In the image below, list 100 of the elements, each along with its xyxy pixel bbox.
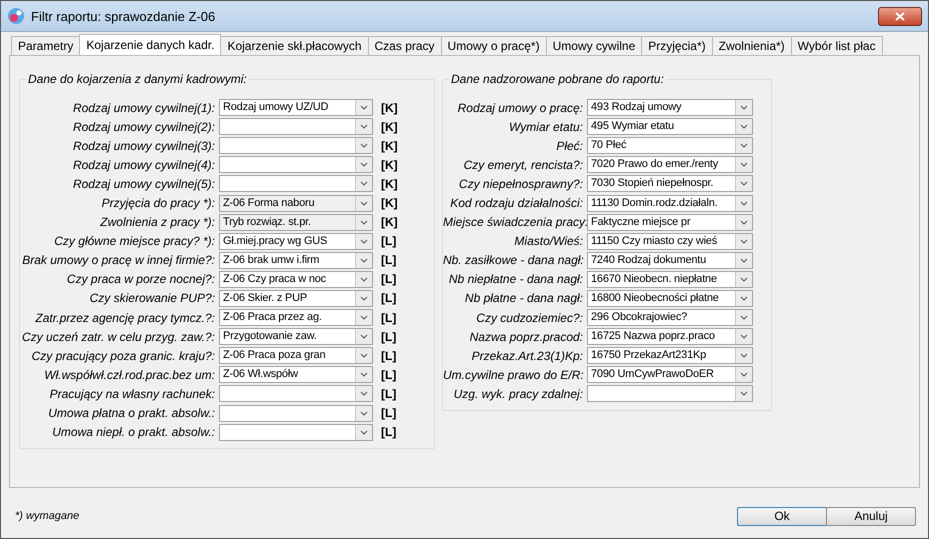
caret-icon [360, 220, 368, 225]
caret-icon [740, 105, 748, 110]
dropdown-button[interactable] [735, 367, 752, 382]
field-tag: [L] [381, 348, 396, 363]
dropdown-button[interactable] [355, 367, 372, 382]
dropdown-field[interactable]: 495 Wymiar etatu [587, 118, 753, 136]
dropdown-button[interactable] [355, 386, 372, 402]
caret-icon [360, 258, 368, 263]
dropdown-button[interactable] [355, 329, 372, 344]
dropdown-button[interactable] [735, 272, 752, 287]
dropdown-button[interactable] [355, 310, 372, 326]
dropdown-field[interactable]: 493 Rodzaj umowy [587, 99, 753, 116]
dropdown-button[interactable] [735, 386, 752, 402]
dropdown-field[interactable]: 7020 Prawo do emer./renty [587, 156, 753, 174]
dropdown-field[interactable] [219, 175, 373, 192]
dropdown-button[interactable] [735, 214, 752, 230]
dropdown-button[interactable] [735, 157, 752, 172]
field-tag: [L] [381, 330, 396, 344]
dropdown-field[interactable]: Z-06 Wł.współw [219, 366, 373, 384]
dropdown-field[interactable]: 16670 Nieobecn. niepłatne [587, 270, 753, 288]
dropdown-field[interactable] [219, 137, 373, 154]
dropdown-field[interactable]: Z-06 Skier. z PUP [219, 290, 373, 307]
caret-icon [360, 410, 368, 416]
tab[interactable]: Umowy cywilne [546, 36, 642, 55]
dropdown-field[interactable]: 7090 UmCywPrawoDoER [587, 366, 753, 384]
field-tag: [L] [381, 272, 396, 286]
caret-icon [360, 124, 368, 130]
field-tag: [L] [381, 368, 396, 382]
dropdown-field[interactable]: 11150 Czy miasto czy wieś [587, 232, 753, 250]
tab[interactable]: Przyjęcia*) [641, 36, 713, 55]
tab[interactable]: Umowy o pracę*) [440, 36, 547, 55]
close-button[interactable] [878, 6, 922, 26]
dropdown-button[interactable] [735, 119, 752, 134]
dropdown-button[interactable] [735, 196, 752, 211]
caret-icon [740, 276, 748, 282]
dropdown-button[interactable] [355, 119, 372, 134]
dropdown-field[interactable]: Gł.miej.pracy wg GUS [219, 232, 373, 250]
cancel-button[interactable]: Anuluj [826, 506, 916, 526]
dropdown-field[interactable]: Rodzaj umowy UZ/UD [219, 99, 373, 116]
dropdown-button[interactable] [355, 290, 372, 306]
field-label: Rodzaj umowy cywilnej(3): [72, 138, 216, 153]
dropdown-button[interactable] [735, 252, 752, 268]
dropdown-button[interactable] [735, 100, 752, 116]
dropdown-button[interactable] [355, 234, 372, 249]
caret-icon [360, 143, 368, 148]
dropdown-field[interactable]: 16800 Nieobecności płatne [587, 290, 753, 307]
dropdown-button[interactable] [355, 176, 372, 192]
dropdown-field[interactable]: 11130 Domin.rodz.działaln. [587, 194, 753, 212]
dropdown-button[interactable] [735, 310, 752, 326]
dropdown-button[interactable] [355, 406, 372, 421]
dropdown-field[interactable]: 7030 Stopień niepełnospr. [587, 175, 753, 192]
field-label: Wł.współwł.czł.rod.prac.bez um: [43, 368, 216, 382]
dropdown-button[interactable] [355, 272, 372, 287]
caret-icon [360, 315, 368, 320]
dropdown-button[interactable] [355, 100, 372, 116]
dropdown-button[interactable] [355, 348, 372, 364]
dropdown-field[interactable]: Z-06 brak umw i.firm [219, 252, 373, 269]
tab[interactable]: Kojarzenie danych kadr. [79, 34, 222, 55]
field-tag: [L] [381, 291, 396, 306]
dropdown-field[interactable]: Z-06 Czy praca w noc [219, 270, 373, 288]
dropdown-field[interactable]: 70 Płeć [587, 137, 753, 154]
dropdown-field[interactable]: 7240 Rodzaj dokumentu [587, 252, 753, 269]
dropdown-field[interactable] [587, 385, 753, 402]
caret-icon [360, 200, 368, 206]
tab[interactable]: Czas pracy [368, 36, 442, 55]
dropdown-field[interactable] [219, 424, 373, 441]
caret-icon [360, 334, 368, 340]
dropdown-button[interactable] [355, 252, 372, 268]
field-tag: [K] [381, 100, 398, 115]
dropdown-button[interactable] [735, 234, 752, 249]
tab[interactable]: Kojarzenie skł.płacowych [220, 36, 369, 55]
dropdown-field[interactable] [219, 156, 373, 174]
dropdown-field[interactable]: Z-06 Praca poza gran [219, 347, 373, 364]
caret-icon [360, 162, 368, 168]
tab[interactable]: Wybór list płac [790, 36, 883, 55]
dropdown-field[interactable] [219, 404, 373, 422]
tab[interactable]: Zwolnienia*) [712, 36, 792, 55]
field-label: Czy niepełnosprawny?: [458, 176, 584, 191]
tab[interactable]: Parametry [11, 36, 80, 55]
field-tag: [L] [381, 425, 396, 440]
dropdown-button[interactable] [735, 138, 752, 154]
dropdown-button[interactable] [735, 176, 752, 192]
dropdown-field[interactable]: Przygotowanie zaw. [219, 328, 373, 346]
dropdown-button[interactable] [735, 290, 752, 306]
dropdown-field[interactable]: 16750 PrzekazArt231Kp [587, 347, 753, 364]
dropdown-field[interactable] [219, 385, 373, 402]
dropdown-button[interactable] [355, 138, 372, 154]
dropdown-field[interactable]: Z-06 Praca przez ag. [219, 309, 373, 326]
dropdown-button[interactable] [735, 329, 752, 344]
dropdown-field[interactable] [219, 118, 373, 136]
dropdown-field[interactable]: 16725 Nazwa poprz.praco [587, 328, 753, 346]
dropdown-field[interactable]: Faktyczne miejsce pr [587, 214, 753, 231]
dropdown-field[interactable]: 296 Obcokrajowiec? [587, 309, 753, 326]
dropdown-button[interactable] [735, 348, 752, 364]
dropdown-button[interactable] [355, 157, 372, 172]
dropdown-button[interactable] [355, 424, 372, 440]
ok-button[interactable]: Ok [737, 506, 827, 526]
field-tag: [L] [381, 310, 396, 325]
field-label: Umowa niepł. o prakt. absolw.: [51, 425, 216, 440]
field-label: Zwolnienia z pracy *): [99, 215, 216, 230]
